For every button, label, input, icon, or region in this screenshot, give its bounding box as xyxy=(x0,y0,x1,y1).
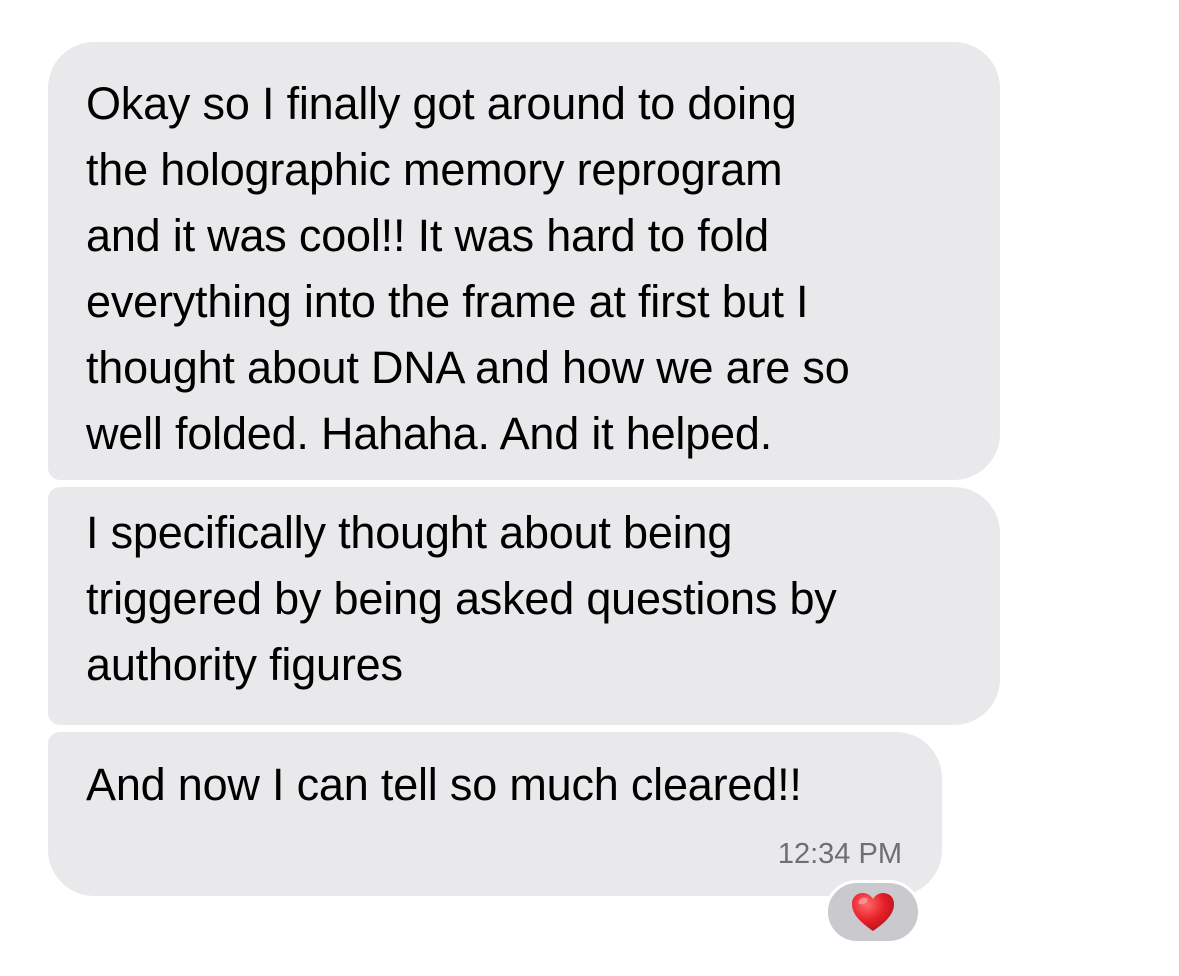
heart-icon xyxy=(852,893,894,931)
message-timestamp: 12:34 PM xyxy=(777,838,902,870)
message-text-line: triggered by being asked questions by xyxy=(86,573,837,624)
message-bubble[interactable]: I specifically thought about being trigg… xyxy=(48,487,1000,725)
reaction-badge[interactable] xyxy=(825,880,921,944)
message-text-line: the holographic memory reprogram xyxy=(86,144,783,195)
message-text-line: Okay so I finally got around to doing xyxy=(86,78,797,129)
message-text-line: everything into the frame at first but I xyxy=(86,276,809,327)
message-bubble[interactable]: And now I can tell so much cleared!! 12:… xyxy=(48,732,942,896)
message-text-line: thought about DNA and how we are so xyxy=(86,342,850,393)
message-bubble[interactable]: Okay so I finally got around to doing th… xyxy=(48,42,1000,480)
message-text-line: well folded. Hahaha. And it helped. xyxy=(86,408,772,459)
message-text-line: and it was cool!! It was hard to fold xyxy=(86,210,769,261)
message-text-line: I specifically thought about being xyxy=(86,507,733,558)
message-text-line: And now I can tell so much cleared!! xyxy=(86,759,802,810)
message-text-line: authority figures xyxy=(86,639,403,690)
